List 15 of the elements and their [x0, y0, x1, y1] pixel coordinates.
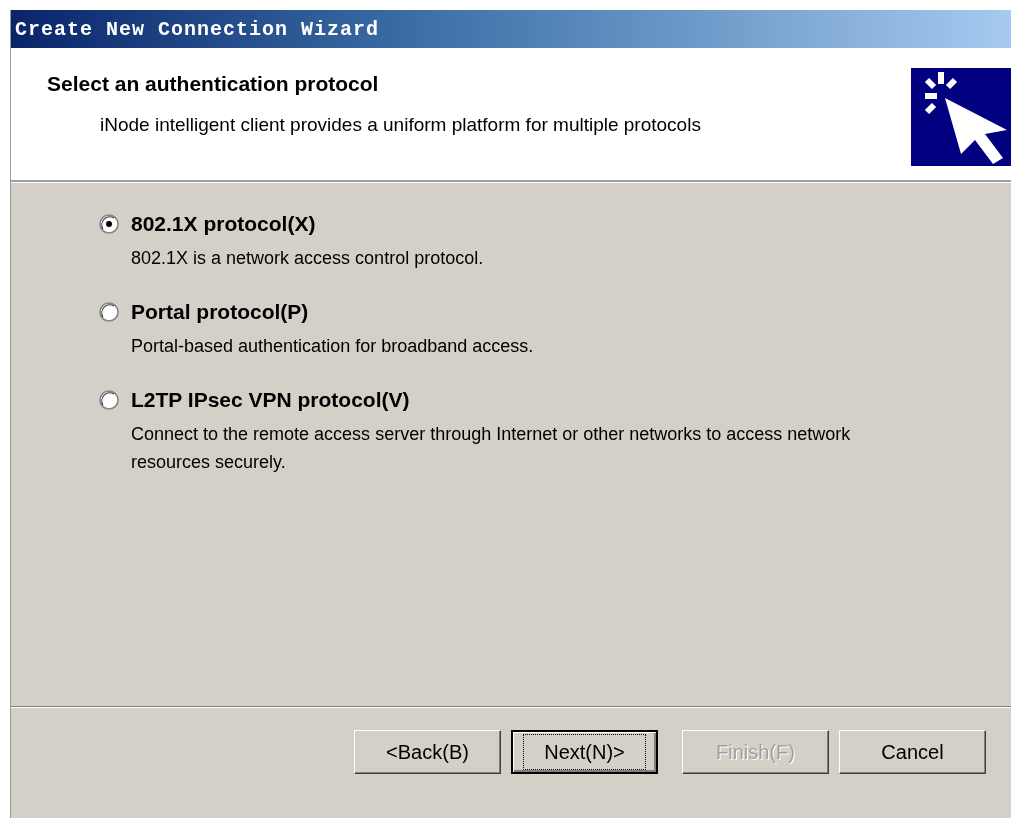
- wizard-button[interactable]: Cancel: [839, 730, 986, 774]
- radio-button[interactable]: [99, 390, 119, 410]
- page-title: Select an authentication protocol: [47, 72, 380, 96]
- radio-button[interactable]: [99, 214, 119, 234]
- radio-button[interactable]: [99, 302, 119, 322]
- option-description: 802.1X is a network access control protocol.: [130, 247, 485, 270]
- wizard-button[interactable]: <Back(B): [354, 730, 501, 774]
- window-title: Create New Connection Wizard: [15, 17, 380, 41]
- option-description: Connect to the remote access server through Internet or other networks to access network resources securely.: [130, 423, 852, 474]
- option-label[interactable]: L2TP IPsec VPN protocol(V): [131, 388, 410, 412]
- wizard-button[interactable]: Next(N)>: [511, 730, 658, 774]
- option-label[interactable]: 802.1X protocol(X): [131, 212, 316, 236]
- option-description: Portal-based authentication for broadband access.: [130, 335, 535, 358]
- page-subtitle: iNode intelligent client provides a uniform platform for multiple protocols: [99, 114, 701, 136]
- option-label[interactable]: Portal protocol(P): [131, 300, 309, 324]
